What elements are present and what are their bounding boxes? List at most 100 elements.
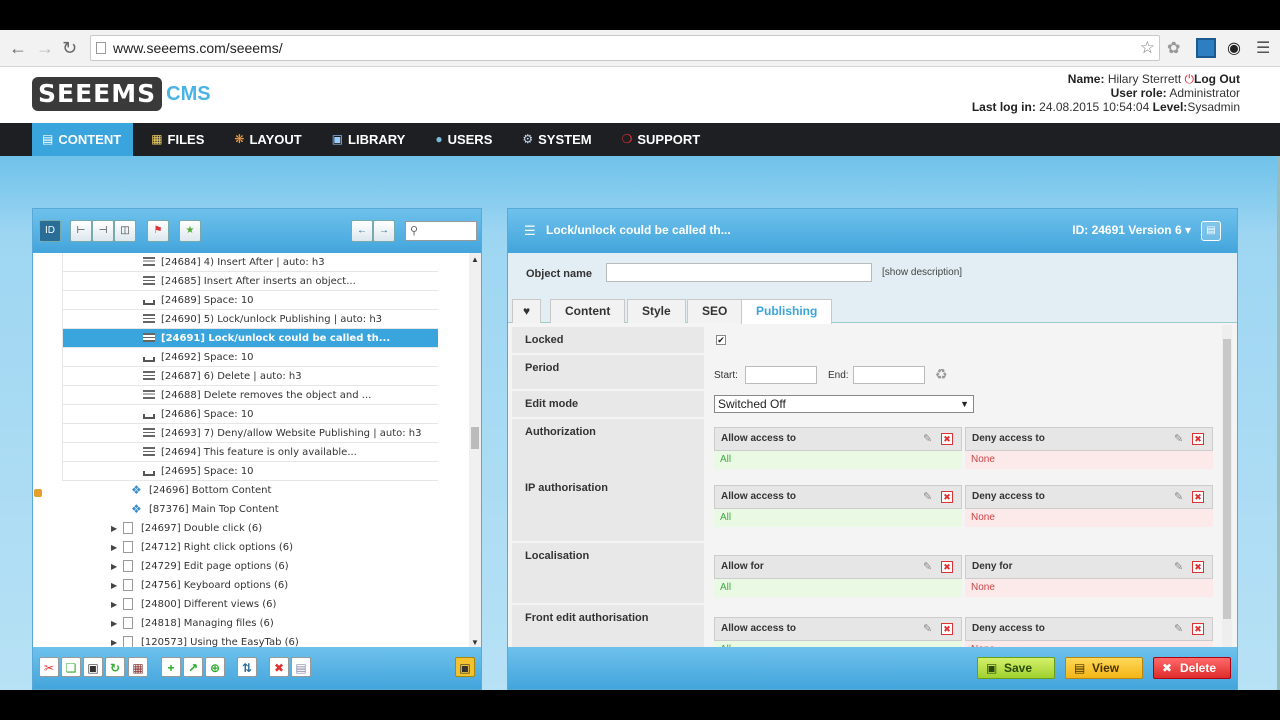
- tree-row[interactable]: [24692] Space: 10: [62, 348, 438, 367]
- console-icon[interactable]: ▣: [455, 657, 475, 677]
- clear-icon[interactable]: ✖: [941, 561, 953, 573]
- tree-row[interactable]: ▶ [24712] Right click options (6): [33, 538, 469, 557]
- clear-icon[interactable]: ✖: [941, 433, 953, 445]
- archive-icon[interactable]: ▦: [128, 657, 148, 677]
- locked-checkbox[interactable]: ✔: [716, 335, 726, 345]
- refresh-icon[interactable]: ↻: [105, 657, 125, 677]
- tree-row-selected[interactable]: [24691] Lock/unlock could be called th..…: [62, 329, 438, 348]
- version-selector[interactable]: ID: 24691 Version 6 ▾: [1072, 223, 1191, 237]
- editmode-select[interactable]: Switched Off ▼: [714, 395, 974, 413]
- tree-row[interactable]: ▶ [24818] Managing files (6): [33, 614, 469, 633]
- end-date-input[interactable]: [853, 366, 925, 384]
- save-button[interactable]: ▣ Save: [977, 657, 1055, 679]
- collapse-panel-icon[interactable]: ▤: [1201, 221, 1221, 241]
- tab-content[interactable]: Content: [550, 299, 626, 323]
- scroll-down-icon[interactable]: ▼: [471, 638, 479, 647]
- extension-mask-icon[interactable]: ◉: [1227, 38, 1247, 58]
- add-icon[interactable]: +: [161, 657, 181, 677]
- extension-s-icon[interactable]: [1196, 38, 1216, 58]
- nav-library[interactable]: ▣ LIBRARY: [314, 123, 418, 156]
- edit-icon[interactable]: ✎: [923, 561, 935, 573]
- nav-support[interactable]: ❍ SUPPORT: [604, 123, 713, 156]
- cut-icon[interactable]: ✂: [39, 657, 59, 677]
- tree-scrollbar[interactable]: ▲ ▼: [469, 253, 481, 649]
- tree-row[interactable]: ▶ [24756] Keyboard options (6): [33, 576, 469, 595]
- edit-icon[interactable]: ✎: [923, 433, 935, 445]
- structure-view-icon[interactable]: ⊣: [92, 220, 114, 242]
- edit-icon[interactable]: ✎: [1174, 491, 1186, 503]
- nav-users[interactable]: ● USERS: [417, 123, 504, 156]
- clear-icon[interactable]: ✖: [1192, 561, 1204, 573]
- scroll-up-icon[interactable]: ▲: [471, 255, 479, 264]
- tree-row[interactable]: [24690] 5) Lock/unlock Publishing | auto…: [62, 310, 438, 329]
- tree-row[interactable]: [24694] This feature is only available..…: [62, 443, 438, 462]
- start-date-input[interactable]: [745, 366, 817, 384]
- tab-seo[interactable]: SEO: [687, 299, 743, 323]
- tree-view-icon[interactable]: ⊢: [70, 220, 92, 242]
- tree-row[interactable]: ▶ [24729] Edit page options (6): [33, 557, 469, 576]
- tree-row[interactable]: ▶ [24800] Different views (6): [33, 595, 469, 614]
- pin-icon[interactable]: ⚑: [147, 220, 169, 242]
- edit-icon[interactable]: ✎: [923, 623, 935, 635]
- copy-icon[interactable]: ❏: [61, 657, 81, 677]
- clear-icon[interactable]: ✖: [1192, 433, 1204, 445]
- properties-icon[interactable]: ▤: [291, 657, 311, 677]
- seeems-logo[interactable]: SEEEMS CMS: [32, 77, 211, 111]
- split-view-icon[interactable]: ◫: [114, 220, 136, 242]
- expand-arrow-icon[interactable]: ▶: [111, 538, 117, 557]
- tree-row[interactable]: [24693] 7) Deny/allow Website Publishing…: [62, 424, 438, 443]
- add-after-icon[interactable]: ⊕: [205, 657, 225, 677]
- favorite-star-icon[interactable]: ★: [179, 220, 201, 242]
- delete-icon[interactable]: ✖: [269, 657, 289, 677]
- address-bar[interactable]: www.seeems.com/seeems/ ☆: [90, 35, 1160, 61]
- history-forward-icon[interactable]: →: [373, 220, 395, 242]
- editor-scroll-thumb[interactable]: [1223, 339, 1231, 619]
- tab-favorite[interactable]: ♥: [512, 299, 542, 323]
- editor-scrollbar[interactable]: [1222, 325, 1232, 649]
- edit-icon[interactable]: ✎: [1174, 623, 1186, 635]
- reload-icon[interactable]: ↻: [62, 38, 77, 59]
- clear-icon[interactable]: ✖: [941, 623, 953, 635]
- expand-arrow-icon[interactable]: ▶: [111, 614, 117, 633]
- expand-arrow-icon[interactable]: ▶: [111, 557, 117, 576]
- extension-gear-icon[interactable]: ✿: [1167, 38, 1187, 58]
- id-toggle-button[interactable]: ID: [39, 220, 61, 242]
- history-back-icon[interactable]: ←: [351, 220, 373, 242]
- clear-icon[interactable]: ✖: [1192, 491, 1204, 503]
- tree-row[interactable]: [24686] Space: 10: [62, 405, 438, 424]
- paste-icon[interactable]: ▣: [83, 657, 103, 677]
- edit-icon[interactable]: ✎: [1174, 561, 1186, 573]
- move-icon[interactable]: ⇅: [237, 657, 257, 677]
- nav-system[interactable]: ⚙ SYSTEM: [504, 123, 603, 156]
- tree-row[interactable]: [24687] 6) Delete | auto: h3: [62, 367, 438, 386]
- tree-row[interactable]: ❖ [87376] Main Top Content: [33, 500, 469, 519]
- tree-row[interactable]: ❖ [24696] Bottom Content: [33, 481, 469, 500]
- expand-arrow-icon[interactable]: ▶: [111, 595, 117, 614]
- tree-row[interactable]: [24695] Space: 10: [62, 462, 438, 481]
- tab-style[interactable]: Style: [627, 299, 686, 323]
- tree-row[interactable]: [24685] Insert After inserts an object..…: [62, 272, 438, 291]
- expand-arrow-icon[interactable]: ▶: [111, 519, 117, 538]
- logout-link[interactable]: Log Out: [1194, 72, 1240, 86]
- clear-icon[interactable]: ✖: [941, 491, 953, 503]
- tree-row[interactable]: [24689] Space: 10: [62, 291, 438, 310]
- show-description-link[interactable]: [show description]: [882, 267, 962, 278]
- tree-row[interactable]: ▶ [24697] Double click (6): [33, 519, 469, 538]
- expand-arrow-icon[interactable]: ▶: [111, 576, 117, 595]
- clear-icon[interactable]: ✖: [1192, 623, 1204, 635]
- delete-button[interactable]: ✖ Delete: [1153, 657, 1231, 679]
- menu-icon[interactable]: ☰: [1256, 38, 1276, 58]
- tree-search-input[interactable]: ⚲: [405, 221, 477, 241]
- nav-layout[interactable]: ❋ LAYOUT: [216, 123, 313, 156]
- trash-icon[interactable]: ♻: [935, 366, 948, 383]
- forward-icon[interactable]: →: [36, 38, 54, 59]
- tree-scroll-thumb[interactable]: [471, 427, 479, 449]
- power-icon[interactable]: ⏻: [1185, 72, 1195, 86]
- tree-row[interactable]: [24684] 4) Insert After | auto: h3: [62, 253, 438, 272]
- back-icon[interactable]: ←: [9, 38, 27, 59]
- edit-icon[interactable]: ✎: [1174, 433, 1186, 445]
- bookmark-star-icon[interactable]: ☆: [1140, 36, 1155, 60]
- tree-row[interactable]: [24688] Delete removes the object and ..…: [62, 386, 438, 405]
- nav-files[interactable]: ▦ FILES: [133, 123, 216, 156]
- object-name-input[interactable]: [606, 263, 872, 282]
